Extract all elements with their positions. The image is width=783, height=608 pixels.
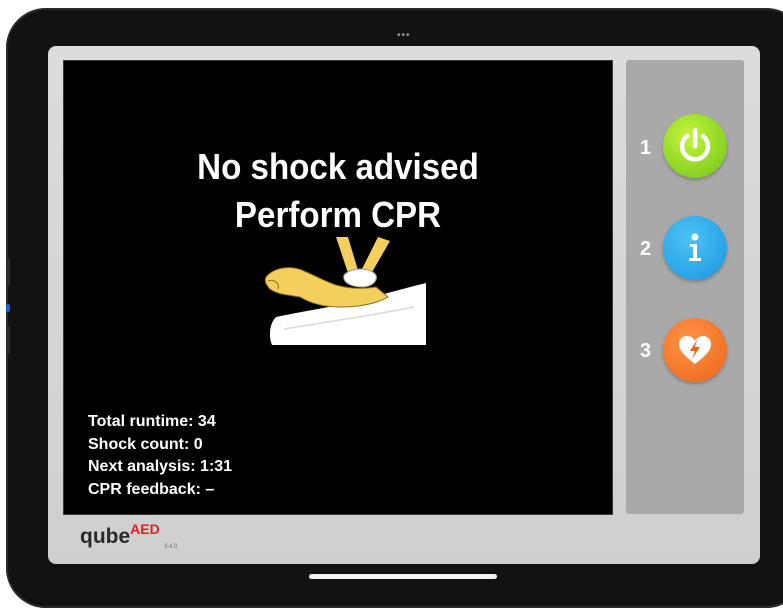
step-number-3: 3 [640, 340, 652, 362]
info-button[interactable] [663, 216, 727, 280]
home-indicator[interactable] [309, 574, 497, 579]
aed-display-screen: No shock advised Perform CPR Total runti… [63, 60, 613, 515]
shock-button[interactable] [663, 318, 727, 382]
next-analysis: Next analysis: 1:31 [88, 458, 233, 475]
volume-up-button [6, 258, 10, 286]
brand-suffix: AED [130, 521, 160, 537]
headline-perform-cpr: Perform CPR [234, 194, 442, 235]
heart-shock-icon [679, 336, 711, 364]
camera-indicator: ••• [397, 30, 411, 41]
status-indicator [6, 304, 10, 312]
version-label: 3.4.0 [164, 544, 178, 550]
stats-panel: Total runtime: 34 Shock count: 0 Next an… [88, 411, 232, 501]
brand-name: qube [80, 525, 131, 548]
volume-down-button [6, 326, 10, 354]
info-icon [689, 233, 701, 261]
headline-no-shock: No shock advised [197, 146, 479, 187]
step-number-2: 2 [640, 238, 652, 260]
total-runtime: Total runtime: 34 [88, 413, 216, 430]
step-number-1: 1 [640, 137, 652, 159]
power-icon [679, 127, 711, 162]
cpr-illustration-icon [264, 237, 426, 345]
shock-count: Shock count: 0 [88, 435, 203, 453]
cpr-feedback: CPR feedback: – [88, 480, 215, 498]
brand-logo: qubeAED [80, 521, 160, 549]
power-button[interactable] [663, 114, 727, 178]
